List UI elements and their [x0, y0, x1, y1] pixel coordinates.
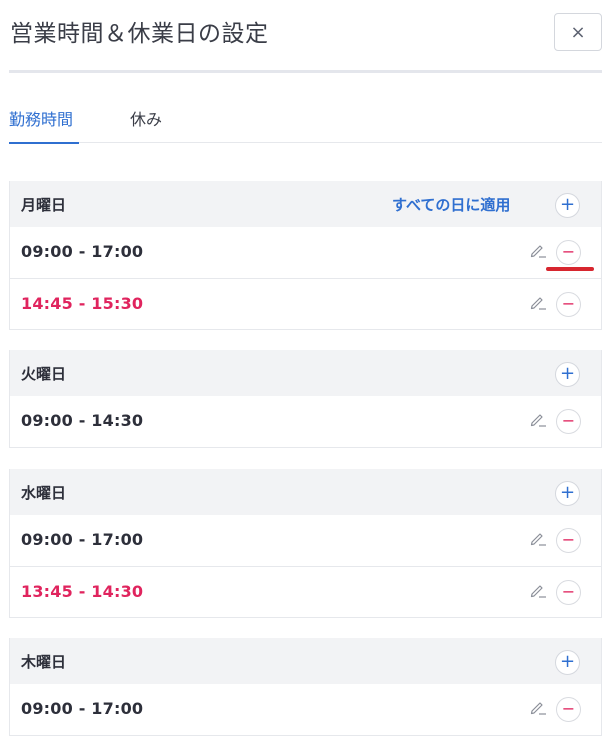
day-header: 木曜日 + — [10, 638, 601, 684]
time-slot-row: 09:00 - 17:00 − — [10, 684, 601, 735]
time-slot-row: 09:00 - 14:30 − — [10, 396, 601, 447]
pencil-icon[interactable] — [528, 240, 548, 260]
minus-icon: − — [561, 242, 576, 261]
modal-title: 営業時間＆休業日の設定 — [10, 21, 269, 47]
header-divider — [9, 70, 602, 73]
day-header: 水曜日 + — [10, 469, 601, 515]
apply-all-days-link[interactable]: すべての日に適用 — [392, 194, 510, 215]
annotation-underline — [546, 267, 594, 271]
remove-slot-button[interactable]: − — [556, 528, 581, 553]
minus-icon: − — [561, 699, 576, 718]
modal-header: 営業時間＆休業日の設定 × — [0, 0, 613, 73]
remove-slot-button[interactable]: − — [556, 697, 581, 722]
day-name: 木曜日 — [21, 653, 67, 671]
time-range: 09:00 - 17:00 — [21, 242, 144, 261]
day-block-wednesday: 水曜日 + 09:00 - 17:00 − 13:45 - 14:30 − — [9, 469, 602, 618]
plus-icon: + — [559, 363, 576, 384]
close-button[interactable]: × — [554, 13, 602, 51]
add-slot-button[interactable]: + — [555, 650, 580, 675]
pencil-icon[interactable] — [528, 409, 548, 429]
time-range: 09:00 - 17:00 — [21, 530, 144, 549]
pencil-icon[interactable] — [528, 528, 548, 548]
remove-slot-button[interactable]: − — [556, 292, 581, 317]
day-name: 月曜日 — [21, 196, 67, 214]
add-slot-button[interactable]: + — [555, 362, 580, 387]
pencil-icon[interactable] — [528, 292, 548, 312]
time-slot-row: 09:00 - 17:00 − — [10, 515, 601, 566]
time-slot-row: 14:45 - 15:30 − — [10, 278, 601, 329]
minus-icon: − — [561, 411, 576, 430]
tab-bar: 勤務時間 休み — [9, 96, 602, 144]
remove-slot-button[interactable]: − — [556, 580, 581, 605]
day-name: 火曜日 — [21, 365, 67, 383]
add-slot-button[interactable]: + — [555, 193, 580, 218]
remove-slot-button[interactable]: − — [556, 409, 581, 434]
time-slot-row: 09:00 - 17:00 − — [10, 227, 601, 278]
time-range: 09:00 - 17:00 — [21, 699, 144, 718]
day-name: 水曜日 — [21, 484, 67, 502]
minus-icon: − — [561, 294, 576, 313]
time-slot-row: 13:45 - 14:30 − — [10, 566, 601, 617]
day-header: 火曜日 + — [10, 350, 601, 396]
close-icon: × — [570, 21, 586, 43]
remove-slot-button[interactable]: − — [556, 240, 581, 265]
add-slot-button[interactable]: + — [555, 481, 580, 506]
time-range: 09:00 - 14:30 — [21, 411, 144, 430]
time-range: 13:45 - 14:30 — [21, 582, 144, 601]
day-block-thursday: 木曜日 + 09:00 - 17:00 − — [9, 638, 602, 736]
plus-icon: + — [559, 482, 576, 503]
pencil-icon[interactable] — [528, 580, 548, 600]
plus-icon: + — [559, 194, 576, 215]
tab-holidays[interactable]: 休み — [130, 106, 162, 143]
minus-icon: − — [561, 582, 576, 601]
day-header: 月曜日 すべての日に適用 + — [10, 181, 601, 227]
tab-work-hours[interactable]: 勤務時間 — [9, 106, 79, 144]
day-block-monday: 月曜日 すべての日に適用 + 09:00 - 17:00 − 14:45 - 1… — [9, 181, 602, 330]
day-block-tuesday: 火曜日 + 09:00 - 14:30 − — [9, 350, 602, 448]
plus-icon: + — [559, 651, 576, 672]
pencil-icon[interactable] — [528, 697, 548, 717]
minus-icon: − — [561, 530, 576, 549]
time-range: 14:45 - 15:30 — [21, 294, 144, 313]
